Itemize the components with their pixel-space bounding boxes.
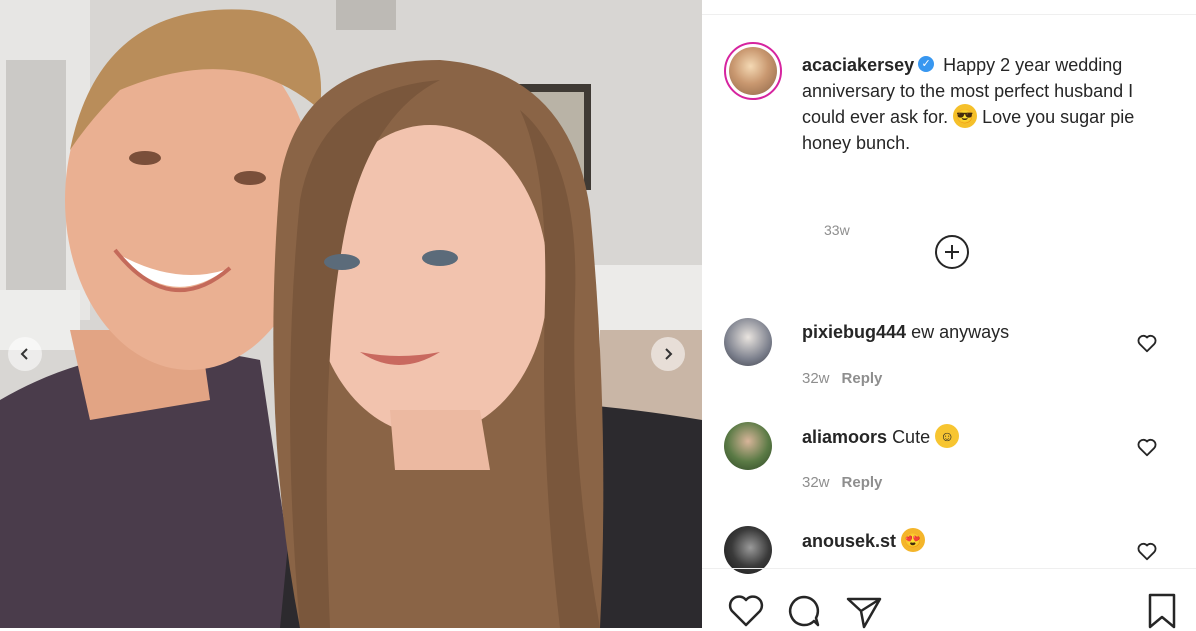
heart-icon[interactable] <box>1136 540 1158 562</box>
comment-body: ew anyways <box>911 322 1010 342</box>
caption-text: acaciakersey ✓ Happy 2 year wedding anniv… <box>802 52 1172 156</box>
action-bar <box>702 568 1196 629</box>
plus-circle-icon <box>945 245 959 259</box>
comment-icon[interactable] <box>784 591 824 631</box>
verified-badge-icon: ✓ <box>918 56 935 73</box>
load-more-comments-button[interactable] <box>935 235 969 269</box>
comments-panel: acaciakersey ✓ Happy 2 year wedding anniv… <box>702 0 1196 629</box>
comment-username[interactable]: pixiebug444 <box>802 322 906 342</box>
smiling-face-emoji-icon: ☺ <box>935 424 960 448</box>
carousel-next-button[interactable] <box>651 337 685 371</box>
chevron-right-icon <box>665 348 673 360</box>
post-timestamp: 33w <box>824 222 850 238</box>
comment-username[interactable]: aliamoors <box>802 427 887 447</box>
comment-body: Cute <box>892 426 931 447</box>
avatar[interactable] <box>724 526 772 574</box>
comment-timestamp: 32w <box>802 370 830 387</box>
avatar[interactable] <box>724 42 782 100</box>
paper-plane-icon[interactable] <box>844 591 884 631</box>
reply-button[interactable]: Reply <box>842 474 883 491</box>
chevron-left-icon <box>20 348 28 360</box>
heart-icon[interactable] <box>726 591 766 631</box>
avatar[interactable] <box>724 318 772 366</box>
comment-username[interactable]: anousek.st <box>802 531 896 551</box>
divider <box>702 14 1196 15</box>
heart-eyes-emoji-icon: 😍 <box>901 528 926 552</box>
reply-button[interactable]: Reply <box>842 370 883 387</box>
carousel-prev-button[interactable] <box>8 337 42 371</box>
comment-text: aliamoors Cute ☺ <box>802 424 960 450</box>
photo-illustration <box>0 0 702 628</box>
comment-meta: 32w Reply <box>802 370 882 387</box>
heart-icon[interactable] <box>1136 332 1158 354</box>
avatar[interactable] <box>724 422 772 470</box>
comment-meta: 32w Reply <box>802 474 882 491</box>
comment-item: aliamoors Cute ☺ 32w Reply <box>724 422 1174 502</box>
heart-icon[interactable] <box>1136 436 1158 458</box>
face-with-sunglasses-emoji-icon: 😎 <box>953 104 978 129</box>
comment-text: pixiebug444 ew anyways <box>802 322 1009 343</box>
post-photo <box>0 0 702 628</box>
comment-item: pixiebug444 ew anyways 32w Reply <box>724 318 1174 398</box>
post-username[interactable]: acaciakersey <box>802 55 914 75</box>
comment-text: anousek.st 😍 <box>802 528 926 554</box>
comment-timestamp: 32w <box>802 474 830 491</box>
bookmark-icon[interactable] <box>1142 591 1182 631</box>
